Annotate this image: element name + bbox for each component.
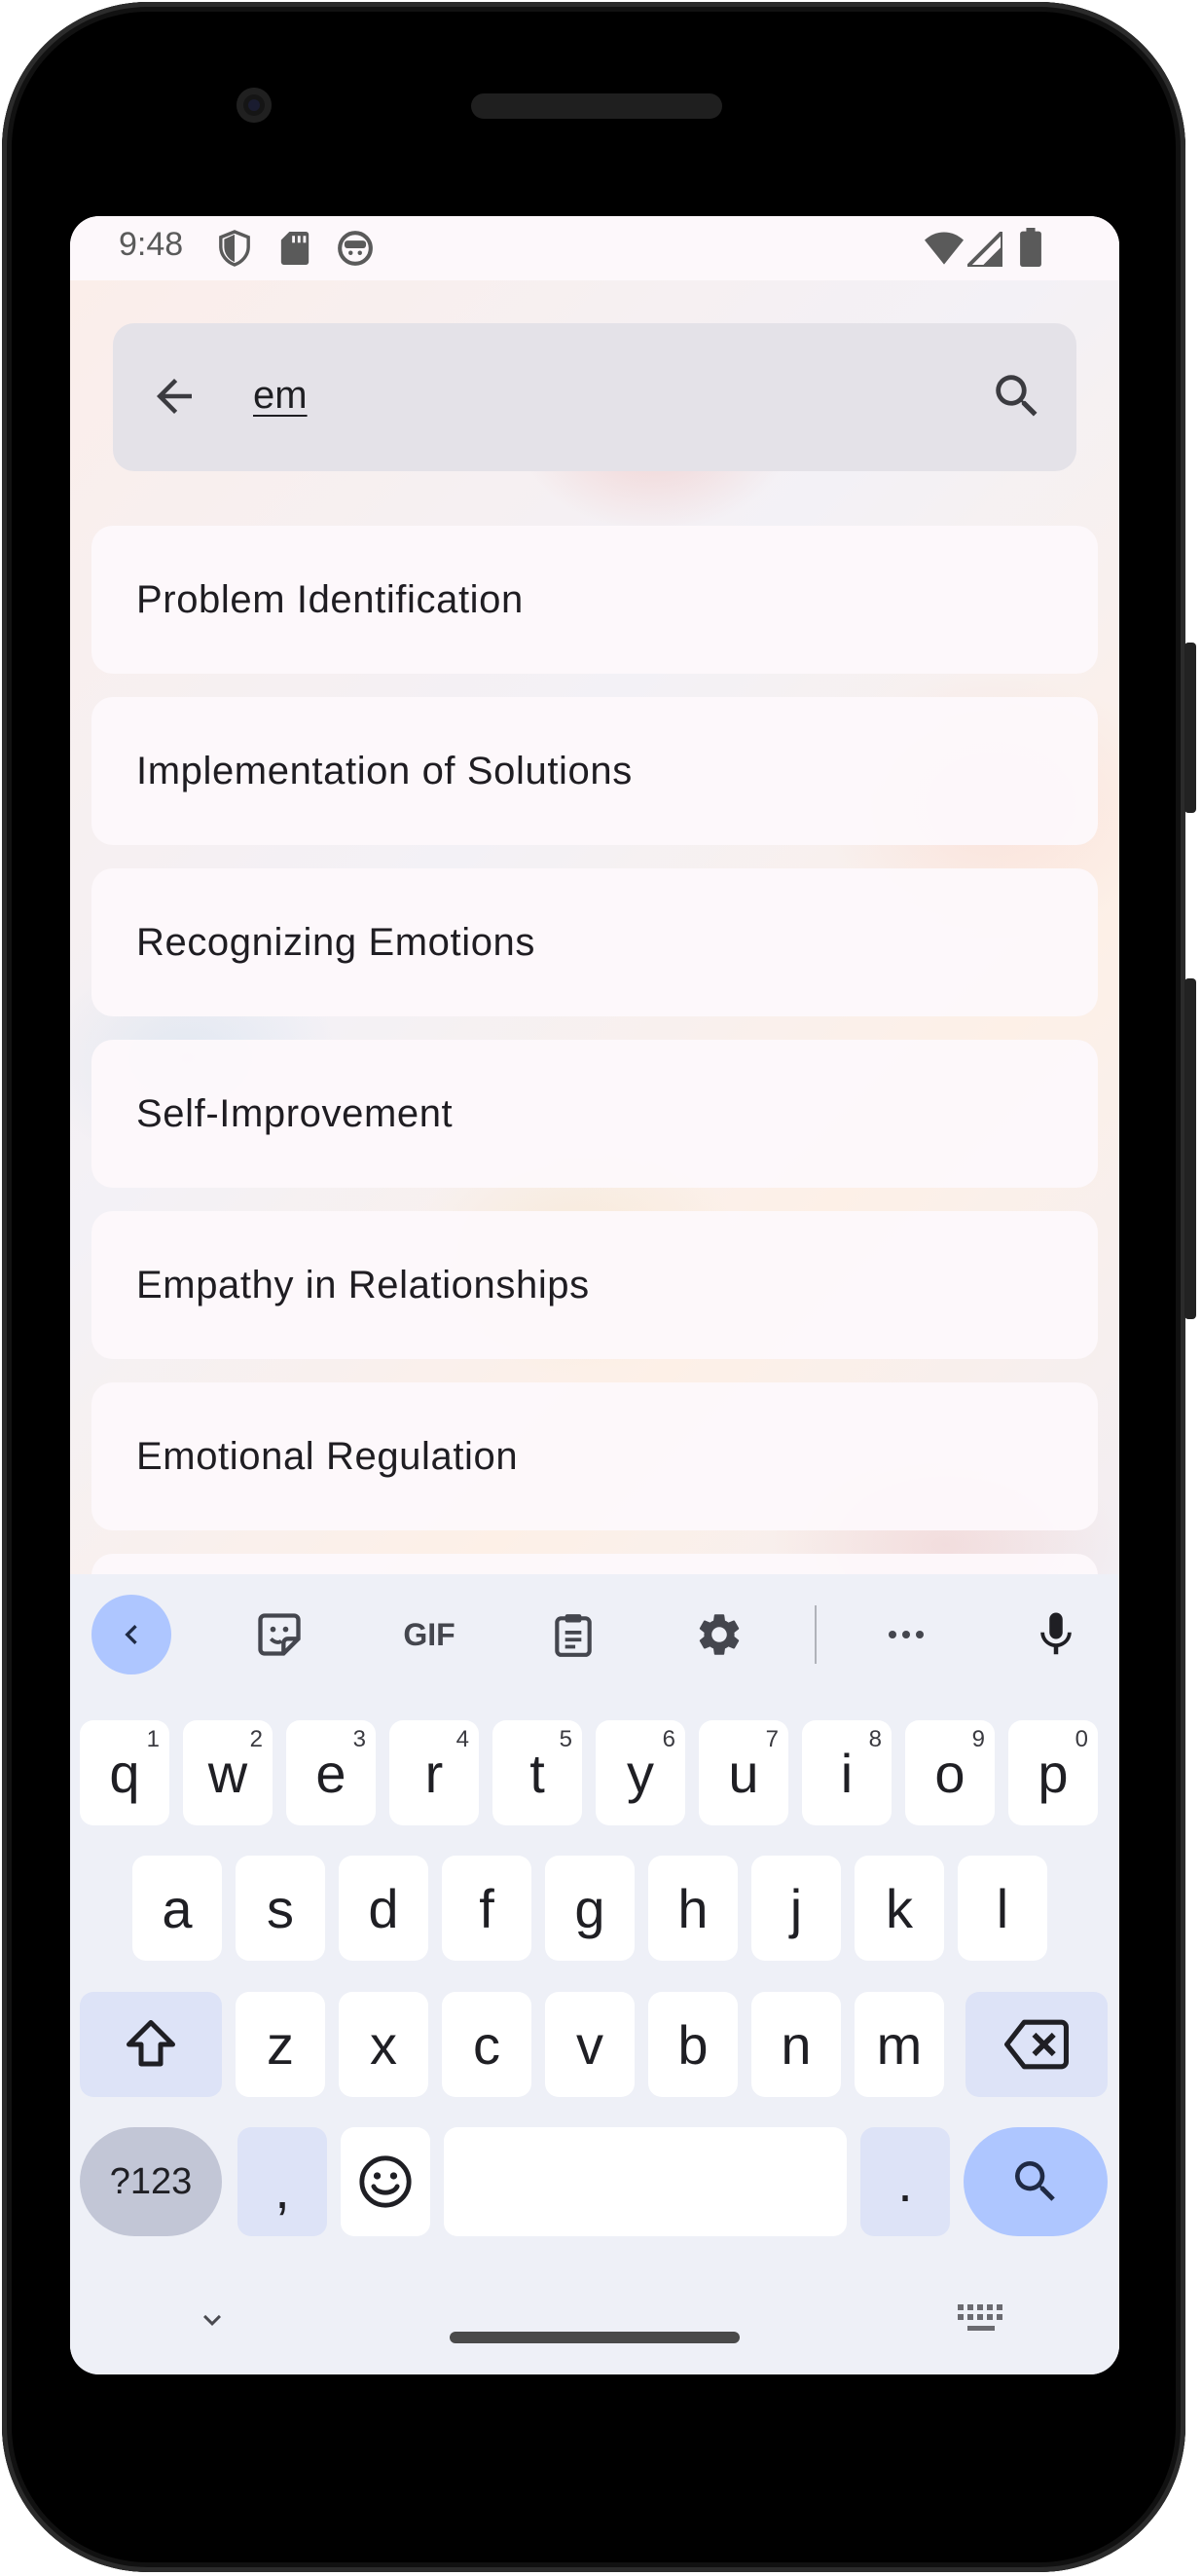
key-l[interactable]: l: [958, 1856, 1047, 1961]
sticker-icon: [258, 1613, 301, 1656]
chevron-left-icon: [125, 1625, 137, 1644]
key-f[interactable]: f: [442, 1856, 531, 1961]
key-t[interactable]: t5: [492, 1720, 582, 1825]
screen: 9:48 em Problem Identification Implement…: [70, 216, 1119, 2374]
status-bar: 9:48: [70, 216, 1119, 280]
key-n[interactable]: n: [751, 1992, 841, 2097]
voice-input-button[interactable]: [1016, 1595, 1096, 1674]
key-z[interactable]: z: [236, 1992, 325, 2097]
list-item-label: Problem Identification: [136, 578, 524, 621]
search-enter-key[interactable]: [964, 2127, 1108, 2236]
key-p[interactable]: p0: [1008, 1720, 1098, 1825]
key-s[interactable]: s: [236, 1856, 325, 1961]
shift-icon: [127, 2020, 175, 2067]
keyboard-collapse-button[interactable]: [91, 1595, 171, 1674]
key-j[interactable]: j: [751, 1856, 841, 1961]
list-item[interactable]: Recognizing Emotions: [91, 868, 1098, 1016]
key-d[interactable]: d: [339, 1856, 428, 1961]
key-e[interactable]: e3: [286, 1720, 376, 1825]
backspace-key[interactable]: [965, 1992, 1108, 2097]
key-h[interactable]: h: [648, 1856, 738, 1961]
comma-key[interactable]: ,: [237, 2127, 327, 2236]
list-item[interactable]: Emotional Regulation: [91, 1382, 1098, 1530]
clipboard-button[interactable]: [533, 1595, 613, 1674]
space-key[interactable]: [444, 2127, 847, 2236]
period-key[interactable]: .: [860, 2127, 950, 2236]
shift-key[interactable]: [80, 1992, 222, 2097]
key-i[interactable]: i8: [802, 1720, 892, 1825]
sticker-button[interactable]: [239, 1595, 319, 1674]
more-horiz-icon: [889, 1631, 924, 1638]
list-item-label: Empathy in Relationships: [136, 1264, 590, 1306]
soft-keyboard: GIF q 1 w 2 e 3 r 4 t 5 y 6 u 7 i 8 o 9 …: [70, 1574, 1119, 2374]
sd-card-icon: [280, 232, 310, 265]
gear-icon: [699, 1614, 740, 1655]
face-icon: [338, 231, 373, 266]
wifi-icon: [925, 232, 964, 265]
phone-frame: 9:48 em Problem Identification Implement…: [2, 2, 1185, 2572]
emoji-icon: [359, 2155, 412, 2208]
list-item[interactable]: Problem Identification: [91, 526, 1098, 674]
list-item[interactable]: Self-Improvement: [91, 1040, 1098, 1188]
chevron-down-icon[interactable]: [195, 2302, 230, 2337]
front-camera: [237, 88, 272, 123]
key-g[interactable]: g: [545, 1856, 635, 1961]
battery-icon: [1020, 228, 1041, 267]
status-time: 9:48: [119, 226, 184, 263]
arrow-back-icon[interactable]: [148, 370, 200, 423]
key-a[interactable]: a: [132, 1856, 222, 1961]
symbols-key[interactable]: ?123: [80, 2127, 222, 2236]
key-x[interactable]: x: [339, 1992, 428, 2097]
clipboard-icon: [555, 1614, 592, 1657]
key-m[interactable]: m: [855, 1992, 944, 2097]
search-icon[interactable]: [989, 368, 1045, 424]
key-b[interactable]: b: [648, 1992, 738, 2097]
list-item[interactable]: Empathy in Relationships: [91, 1211, 1098, 1359]
key-k[interactable]: k: [855, 1856, 944, 1961]
volume-button: [1184, 978, 1196, 1319]
key-c[interactable]: c: [442, 1992, 531, 2097]
list-item-label: Implementation of Solutions: [136, 750, 633, 792]
gif-button[interactable]: GIF: [385, 1595, 473, 1674]
home-indicator[interactable]: [450, 2332, 740, 2343]
signal-icon: [967, 232, 1002, 267]
earpiece-speaker: [471, 93, 722, 119]
search-bar[interactable]: em: [113, 323, 1076, 471]
shield-icon: [219, 230, 250, 267]
search-icon: [1015, 2161, 1055, 2201]
list-item[interactable]: Implementation of Solutions: [91, 697, 1098, 845]
key-y[interactable]: y6: [596, 1720, 685, 1825]
key-u[interactable]: u7: [699, 1720, 788, 1825]
more-button[interactable]: [866, 1595, 946, 1674]
key-w[interactable]: w2: [183, 1720, 273, 1825]
keyboard-settings-button[interactable]: [679, 1595, 759, 1674]
emoji-key[interactable]: [341, 2127, 430, 2236]
search-input[interactable]: em: [253, 374, 308, 418]
list-item-label: Self-Improvement: [136, 1092, 454, 1135]
gif-label: GIF: [403, 1616, 455, 1652]
key-r[interactable]: r4: [389, 1720, 479, 1825]
list-item-label: Emotional Regulation: [136, 1435, 519, 1478]
list-item-label: Recognizing Emotions: [136, 921, 535, 964]
key-o[interactable]: o9: [905, 1720, 995, 1825]
backspace-icon: [1004, 2019, 1069, 2070]
power-button: [1184, 643, 1196, 813]
mic-icon: [1040, 1612, 1072, 1655]
keyboard-switch-icon[interactable]: [956, 2302, 1006, 2336]
key-v[interactable]: v: [545, 1992, 635, 2097]
key-q[interactable]: q1: [80, 1720, 169, 1825]
toolbar-divider: [815, 1605, 817, 1664]
